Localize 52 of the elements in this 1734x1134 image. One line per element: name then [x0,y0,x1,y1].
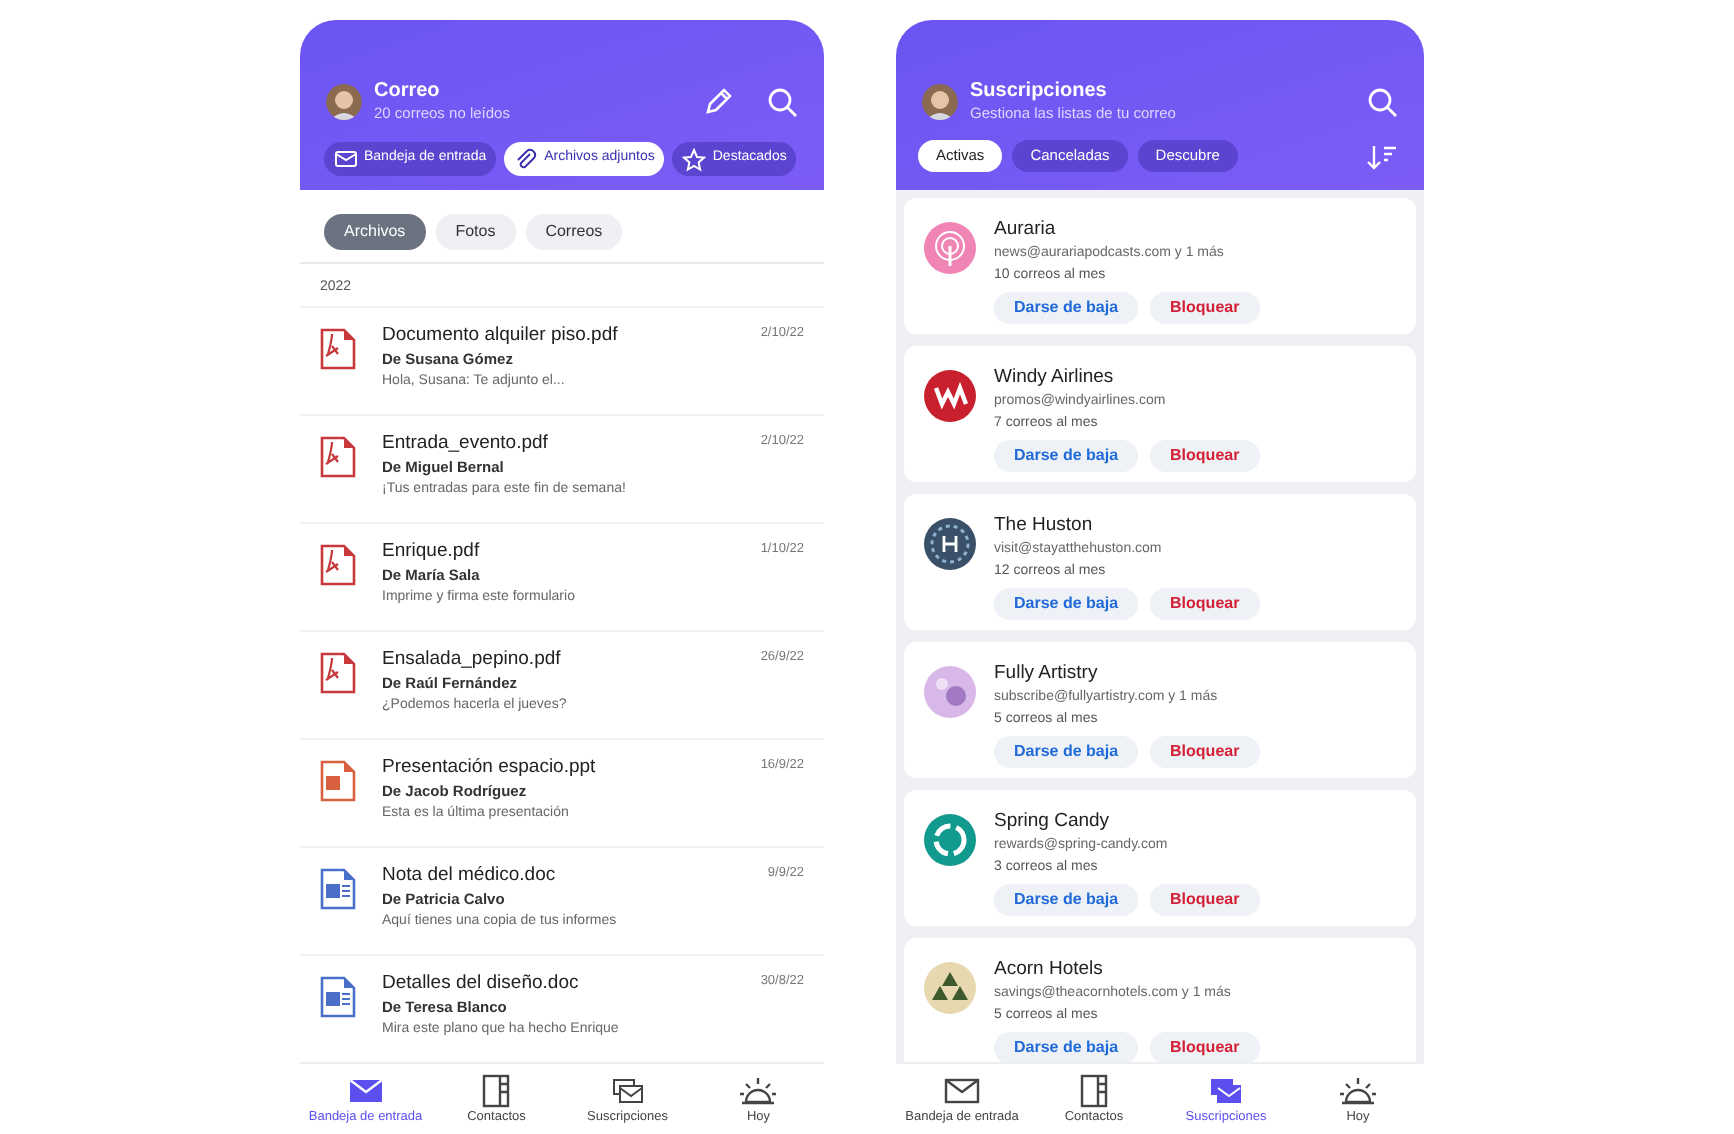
presentation-file-icon [320,759,356,801]
file-name: Nota del médico.doc [382,863,558,887]
sort-icon [1366,141,1398,171]
file-name: Detalles del diseño.doc [382,971,581,995]
sender-name: Auraria [994,218,1058,242]
search-button[interactable] [1366,86,1398,118]
filter-chip[interactable]: Archivos [324,214,426,250]
block-button[interactable]: Bloquear [1150,588,1260,620]
file-name: Documento alquiler piso.pdf [382,323,620,347]
paperclip-icon [514,147,539,171]
pdf-file-icon [320,327,356,369]
filter-chip[interactable]: Correos [525,214,623,250]
sort-button[interactable] [1366,141,1398,171]
block-button[interactable]: Bloquear [1150,440,1260,472]
sender-name: Acorn Hotels [994,958,1105,982]
unsubscribe-button[interactable]: Darse de baja [994,736,1139,768]
sender-name: The Huston [994,514,1095,538]
unsubscribe-button[interactable]: Darse de baja [994,1032,1139,1062]
sender-name: Spring Candy [994,810,1112,834]
screen-title: Correo [374,80,442,104]
file-name: Enrique.pdf [382,539,482,563]
avatar-icon [326,84,362,120]
star-icon [682,147,707,171]
pdf-file-icon [320,651,356,693]
pencil-icon [702,86,734,118]
block-button[interactable]: Bloquear [1150,736,1260,768]
document-file-icon [320,867,356,909]
screen-title: Suscripciones [970,80,1109,104]
sender-name: Fully Artistry [994,662,1100,686]
block-button[interactable]: Bloquear [1150,292,1260,324]
unsubscribe-button[interactable]: Darse de baja [994,440,1139,472]
unsubscribe-button[interactable]: Darse de baja [994,292,1139,324]
pdf-file-icon [320,435,356,477]
compose-button[interactable] [702,86,734,118]
sunrise-icon [1338,1072,1378,1108]
envelope-icon [334,147,358,171]
filter-chip[interactable]: Fotos [435,214,516,250]
sunrise-icon [738,1072,779,1108]
document-file-icon [320,975,356,1017]
unsubscribe-button[interactable]: Darse de baja [994,884,1139,916]
sender-name: Windy Airlines [994,366,1116,390]
search-icon [1366,86,1398,118]
block-button[interactable]: Bloquear [1150,1032,1260,1062]
block-button[interactable]: Bloquear [1150,884,1260,916]
unsubscribe-button[interactable]: Darse de baja [994,588,1139,620]
search-button[interactable] [766,86,798,118]
search-icon [766,86,798,118]
pdf-file-icon [320,543,356,585]
file-name: Presentación espacio.ppt [382,755,598,779]
file-name: Entrada_evento.pdf [382,431,550,455]
file-name: Ensalada_pepino.pdf [382,647,563,671]
avatar-icon [922,84,958,120]
